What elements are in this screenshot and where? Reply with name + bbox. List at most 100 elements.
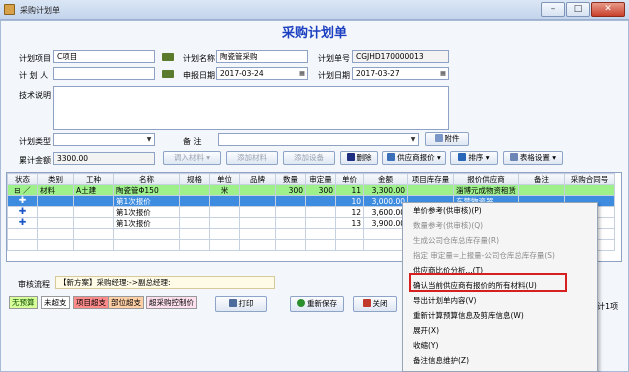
- table-cell[interactable]: [305, 195, 336, 207]
- context-menu-item[interactable]: 备注信息维护(Z): [403, 353, 597, 368]
- table-cell[interactable]: [179, 206, 210, 218]
- table-cell[interactable]: 300: [305, 184, 336, 196]
- row-status-cell[interactable]: ✚: [7, 206, 38, 218]
- column-header[interactable]: 单价: [335, 173, 364, 185]
- project-field[interactable]: C项目: [53, 50, 155, 63]
- print-button[interactable]: 打印: [215, 296, 267, 312]
- table-cell[interactable]: 第1次报价: [113, 217, 180, 229]
- context-menu-item[interactable]: 数量参考(供审核)(Q): [403, 218, 597, 233]
- table-cell[interactable]: [564, 184, 615, 196]
- context-menu-item[interactable]: 生成公司仓库总库存量(R): [403, 233, 597, 248]
- table-cell[interactable]: 13: [335, 217, 364, 229]
- table-cell[interactable]: [239, 206, 276, 218]
- table-cell[interactable]: 12: [335, 206, 364, 218]
- plan-type-select[interactable]: ▼: [53, 133, 155, 146]
- column-header[interactable]: 项目库存量: [407, 173, 454, 185]
- table-cell[interactable]: [305, 217, 336, 229]
- table-cell[interactable]: [37, 195, 74, 207]
- column-header[interactable]: 名称: [113, 173, 180, 185]
- delete-button[interactable]: 删除: [340, 151, 378, 165]
- column-header[interactable]: 数量: [275, 173, 306, 185]
- row-status-cell[interactable]: ✚: [7, 195, 38, 207]
- table-cell[interactable]: [407, 184, 454, 196]
- table-cell[interactable]: 3,000.00: [363, 195, 408, 207]
- column-header[interactable]: 金额: [363, 173, 408, 185]
- column-header[interactable]: 品牌: [239, 173, 276, 185]
- minimize-button[interactable]: –: [541, 2, 565, 17]
- table-cell[interactable]: [73, 195, 114, 207]
- maximize-button[interactable]: □: [566, 2, 590, 17]
- column-header[interactable]: 规格: [179, 173, 210, 185]
- resave-button[interactable]: 重新保存: [290, 296, 344, 312]
- table-cell[interactable]: 材料: [37, 184, 74, 196]
- table-cell[interactable]: [37, 217, 74, 229]
- context-menu-item[interactable]: 重新计算预算信息及剪库信息(W): [403, 308, 597, 323]
- table-cell[interactable]: 3,300.00: [363, 184, 408, 196]
- table-cell[interactable]: 11: [335, 184, 364, 196]
- table-cell[interactable]: [179, 184, 210, 196]
- table-cell[interactable]: 3,600.00: [363, 206, 408, 218]
- apply-date-field[interactable]: 2017-03-24 ▦: [216, 67, 308, 80]
- column-header[interactable]: 审定量: [305, 173, 336, 185]
- calendar-dropdown-icon[interactable]: ▦: [438, 68, 448, 79]
- table-cell[interactable]: [179, 217, 210, 229]
- plan-date-field[interactable]: 2017-03-27 ▦: [352, 67, 449, 80]
- table-cell[interactable]: 3,900.00: [363, 217, 408, 229]
- table-cell[interactable]: 陶瓷管Φ150: [113, 184, 180, 196]
- column-header[interactable]: 状态: [7, 173, 38, 185]
- supplier-quote-button[interactable]: 供应商报价 ▾: [382, 151, 446, 165]
- table-cell[interactable]: [275, 206, 306, 218]
- context-menu-item[interactable]: 展开(X): [403, 323, 597, 338]
- remark-select[interactable]: ▼: [218, 133, 419, 146]
- table-cell[interactable]: 10: [335, 195, 364, 207]
- table-cell[interactable]: A土建: [73, 184, 114, 196]
- attachment-button[interactable]: 附件: [425, 132, 469, 146]
- context-menu-item[interactable]: 单价参考(供审核)(P): [403, 203, 597, 218]
- table-cell[interactable]: [518, 184, 565, 196]
- column-header[interactable]: 备注: [518, 173, 565, 185]
- add-material-button[interactable]: 添加材料: [226, 151, 278, 165]
- table-cell[interactable]: [239, 217, 276, 229]
- context-menu-item[interactable]: 指定 审定量=上报量-公司仓库总库存量(S): [403, 248, 597, 263]
- table-cell[interactable]: [209, 206, 240, 218]
- column-header[interactable]: 采购合同号: [564, 173, 615, 185]
- table-cell[interactable]: [73, 217, 114, 229]
- table-cell[interactable]: [209, 195, 240, 207]
- context-menu-item[interactable]: 导出计划单内容(V): [403, 293, 597, 308]
- column-header[interactable]: 单位: [209, 173, 240, 185]
- table-cell[interactable]: [275, 195, 306, 207]
- sort-button[interactable]: 排序 ▾: [450, 151, 498, 165]
- close-button[interactable]: ✕: [591, 2, 625, 17]
- planner-field[interactable]: [53, 67, 155, 80]
- edit-pen-icon[interactable]: [162, 53, 174, 61]
- import-material-button[interactable]: 调入材料 ▾: [163, 151, 221, 165]
- context-menu-item[interactable]: 收缩(Y): [403, 338, 597, 353]
- plan-name-field[interactable]: 陶瓷管采购: [216, 50, 308, 63]
- close-form-button[interactable]: 关闭: [353, 296, 397, 312]
- table-cell[interactable]: [209, 217, 240, 229]
- table-cell[interactable]: [179, 195, 210, 207]
- empty-cell: [275, 228, 306, 240]
- table-cell[interactable]: 米: [209, 184, 240, 196]
- table-cell[interactable]: 300: [275, 184, 306, 196]
- row-status-cell[interactable]: ✚: [7, 217, 38, 229]
- table-cell[interactable]: [37, 206, 74, 218]
- table-cell[interactable]: [275, 217, 306, 229]
- table-cell[interactable]: 第1次报价: [113, 206, 180, 218]
- column-header[interactable]: 类别: [37, 173, 74, 185]
- table-cell[interactable]: [305, 206, 336, 218]
- table-row[interactable]: ⊟ ／材料 A土建 陶瓷管Φ150 米 300 300 11 3,300.00 淄博元成物资租赁: [7, 184, 615, 196]
- column-header[interactable]: 报价供应商: [453, 173, 519, 185]
- table-settings-button[interactable]: 表格设置 ▾: [503, 151, 563, 165]
- edit-pen-icon[interactable]: [162, 70, 174, 78]
- table-cell[interactable]: 淄博元成物资租赁: [453, 184, 519, 196]
- table-cell[interactable]: [239, 195, 276, 207]
- column-header[interactable]: 工种: [73, 173, 114, 185]
- table-cell[interactable]: 第1次报价: [113, 195, 180, 207]
- tech-notes-textarea[interactable]: [53, 86, 449, 130]
- add-device-button[interactable]: 添加设备: [283, 151, 335, 165]
- calendar-dropdown-icon[interactable]: ▦: [297, 68, 307, 79]
- table-cell[interactable]: [73, 206, 114, 218]
- table-cell[interactable]: [239, 184, 276, 196]
- row-status-cell[interactable]: ⊟ ／: [7, 184, 38, 196]
